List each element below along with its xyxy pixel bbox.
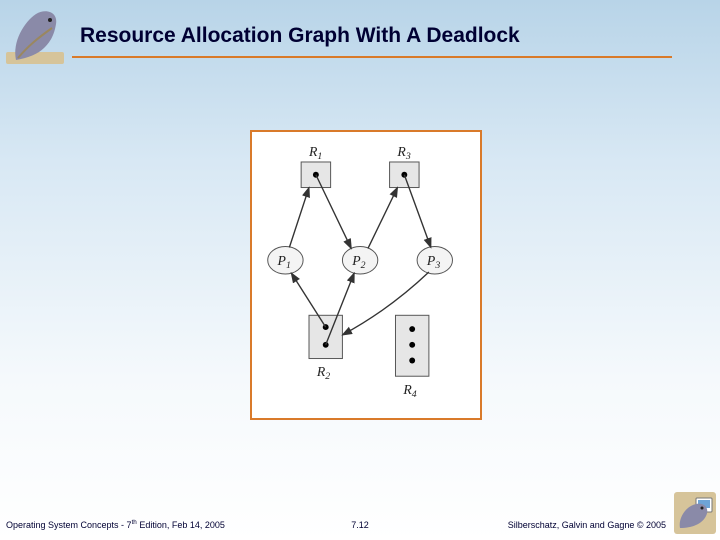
dinosaur-top-icon — [6, 2, 66, 70]
process-P2: P2 — [342, 247, 377, 275]
svg-text:R4: R4 — [402, 382, 416, 400]
title-underline — [72, 56, 672, 58]
resource-R3: R3 — [390, 144, 419, 187]
edge-P2-R3 — [368, 188, 397, 249]
dinosaur-bottom-icon — [674, 492, 716, 534]
svg-text:R3: R3 — [396, 144, 410, 162]
rag-svg: R1 R3 P1 P2 P3 R2 — [252, 132, 480, 418]
resource-R1: R1 — [301, 144, 330, 187]
svg-text:R2: R2 — [316, 364, 330, 382]
edge-R2-P1 — [291, 273, 325, 327]
resource-allocation-graph-figure: R1 R3 P1 P2 P3 R2 — [250, 130, 482, 420]
slide-title: Resource Allocation Graph With A Deadloc… — [80, 24, 520, 48]
process-P3: P3 — [417, 247, 452, 275]
process-P1: P1 — [268, 247, 303, 275]
footer-right: Silberschatz, Galvin and Gagne © 2005 — [508, 520, 666, 530]
resource-R2: R2 — [309, 315, 342, 382]
footer: Operating System Concepts - 7th Edition,… — [0, 506, 720, 536]
resource-R4: R4 — [395, 315, 428, 400]
edge-P1-R1 — [289, 188, 309, 248]
edge-R1-P2 — [316, 175, 351, 249]
svg-text:R1: R1 — [308, 144, 322, 162]
